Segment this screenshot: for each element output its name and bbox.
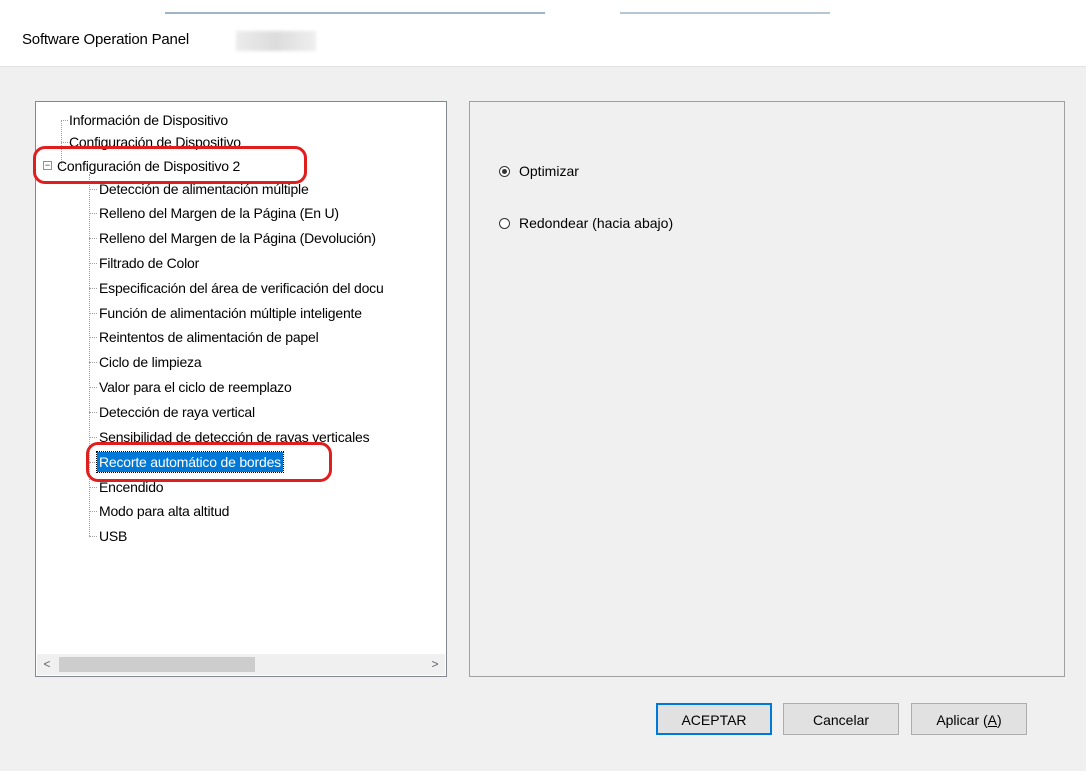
collapse-icon[interactable]: −: [43, 161, 52, 170]
tree-item-intelligent-multifeed[interactable]: Función de alimentación múltiple intelig…: [99, 303, 362, 323]
horizontal-scrollbar[interactable]: < >: [37, 654, 445, 675]
tree-item-streak-sensitivity[interactable]: Sensibilidad de detección de rayas verti…: [99, 427, 370, 447]
tree-item-margin-u[interactable]: Relleno del Margen de la Página (En U): [99, 203, 339, 223]
tree-item-margin-return[interactable]: Relleno del Margen de la Página (Devoluc…: [99, 228, 376, 248]
settings-tree[interactable]: − Información de Dispositivo Configuraci…: [35, 101, 447, 677]
radio-optimizar[interactable]: Optimizar: [499, 161, 579, 181]
tree-item-color-filter[interactable]: Filtrado de Color: [99, 253, 199, 273]
radio-optimizar-label: Optimizar: [519, 163, 579, 179]
tree-item-configuracion[interactable]: Configuración de Dispositivo: [69, 132, 241, 152]
tree-item-replacement-cycle[interactable]: Valor para el ciclo de reemplazo: [99, 377, 292, 397]
redacted-title-suffix: [236, 31, 316, 51]
radio-checked-icon[interactable]: [499, 165, 510, 177]
scroll-right-icon[interactable]: >: [425, 654, 445, 675]
tree-item-power[interactable]: Encendido: [99, 477, 164, 497]
tree-item-configuracion-2[interactable]: Configuración de Dispositivo 2: [57, 156, 240, 176]
tree-item-auto-crop[interactable]: Recorte automático de bordes: [96, 451, 284, 473]
radio-redondear-label: Redondear (hacia abajo): [519, 215, 674, 231]
radio-redondear[interactable]: Redondear (hacia abajo): [499, 213, 673, 233]
window-title: Software Operation Panel: [22, 31, 189, 48]
radio-unchecked-icon[interactable]: [499, 217, 510, 229]
tree-item-feed-retries[interactable]: Reintentos de alimentación de papel: [99, 327, 319, 347]
cancel-button[interactable]: Cancelar: [783, 703, 899, 735]
scroll-left-icon[interactable]: <: [37, 654, 57, 675]
tree-item-high-altitude[interactable]: Modo para alta altitud: [99, 501, 229, 521]
ok-button[interactable]: ACEPTAR: [656, 703, 772, 735]
apply-label-prefix: Aplicar (: [936, 712, 988, 728]
apply-label-suffix: ): [997, 712, 1002, 728]
title-bar[interactable]: Software Operation Panel: [0, 14, 1086, 67]
tree-item-vertical-streak[interactable]: Detección de raya vertical: [99, 402, 255, 422]
tree-item-multifeed[interactable]: Detección de alimentación múltiple: [99, 179, 309, 199]
apply-button[interactable]: Aplicar (A): [911, 703, 1027, 735]
scroll-thumb[interactable]: [59, 657, 255, 672]
window-top-edge: [0, 0, 1086, 14]
tree-item-check-area[interactable]: Especificación del área de verificación …: [99, 278, 384, 298]
tree-item-cleaning-cycle[interactable]: Ciclo de limpieza: [99, 352, 202, 372]
options-panel: [469, 101, 1065, 677]
tree-item-usb[interactable]: USB: [99, 526, 127, 546]
tree-item-informacion[interactable]: Información de Dispositivo: [69, 110, 228, 130]
apply-accelerator-key: A: [987, 712, 998, 728]
